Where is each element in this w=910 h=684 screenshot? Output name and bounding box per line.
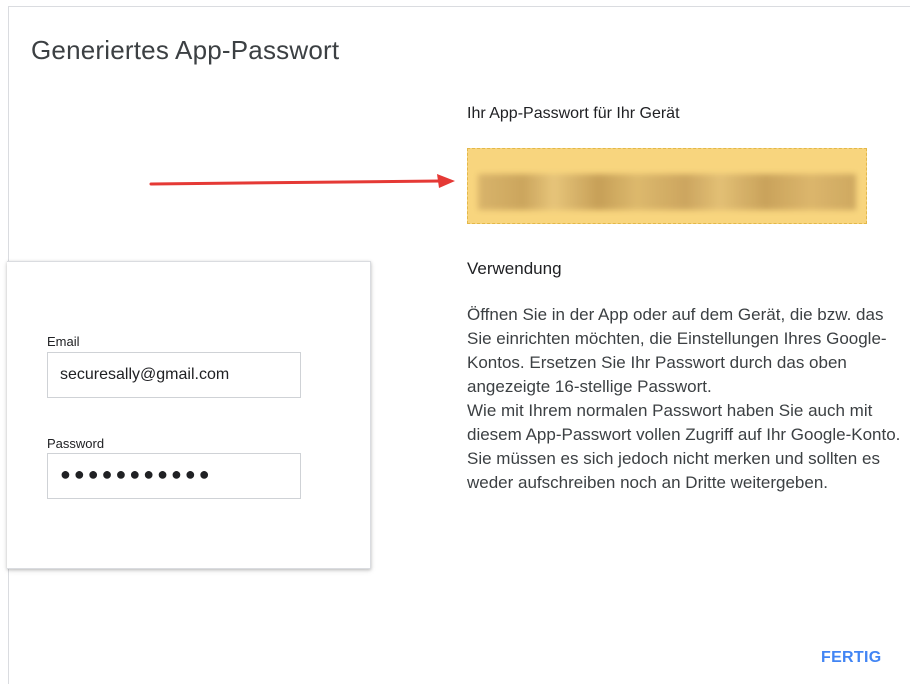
password-label: Password: [47, 436, 105, 451]
usage-text: Öffnen Sie in der App oder auf dem Gerät…: [467, 303, 901, 495]
email-label: Email: [47, 334, 80, 349]
dialog-title: Generiertes App-Passwort: [31, 35, 340, 65]
email-field[interactable]: securesally@gmail.com: [47, 352, 301, 398]
arrow-right-icon: [149, 174, 455, 188]
usage-heading: Verwendung: [467, 259, 562, 278]
app-password-heading: Ihr App-Passwort für Ihr Gerät: [467, 105, 680, 122]
done-button[interactable]: FERTIG: [817, 647, 885, 669]
password-field[interactable]: ●●●●●●●●●●●: [47, 453, 301, 499]
usage-paragraph-2: Wie mit Ihrem normalen Passwort haben Si…: [467, 401, 901, 492]
app-password-dialog: Generiertes App-Passwort Email securesal…: [7, 6, 910, 684]
blurred-password: [478, 174, 856, 210]
app-password-box[interactable]: [467, 148, 867, 224]
device-login-card: Email securesally@gmail.com Password ●●●…: [7, 261, 371, 569]
usage-paragraph-1: Öffnen Sie in der App oder auf dem Gerät…: [467, 305, 887, 396]
